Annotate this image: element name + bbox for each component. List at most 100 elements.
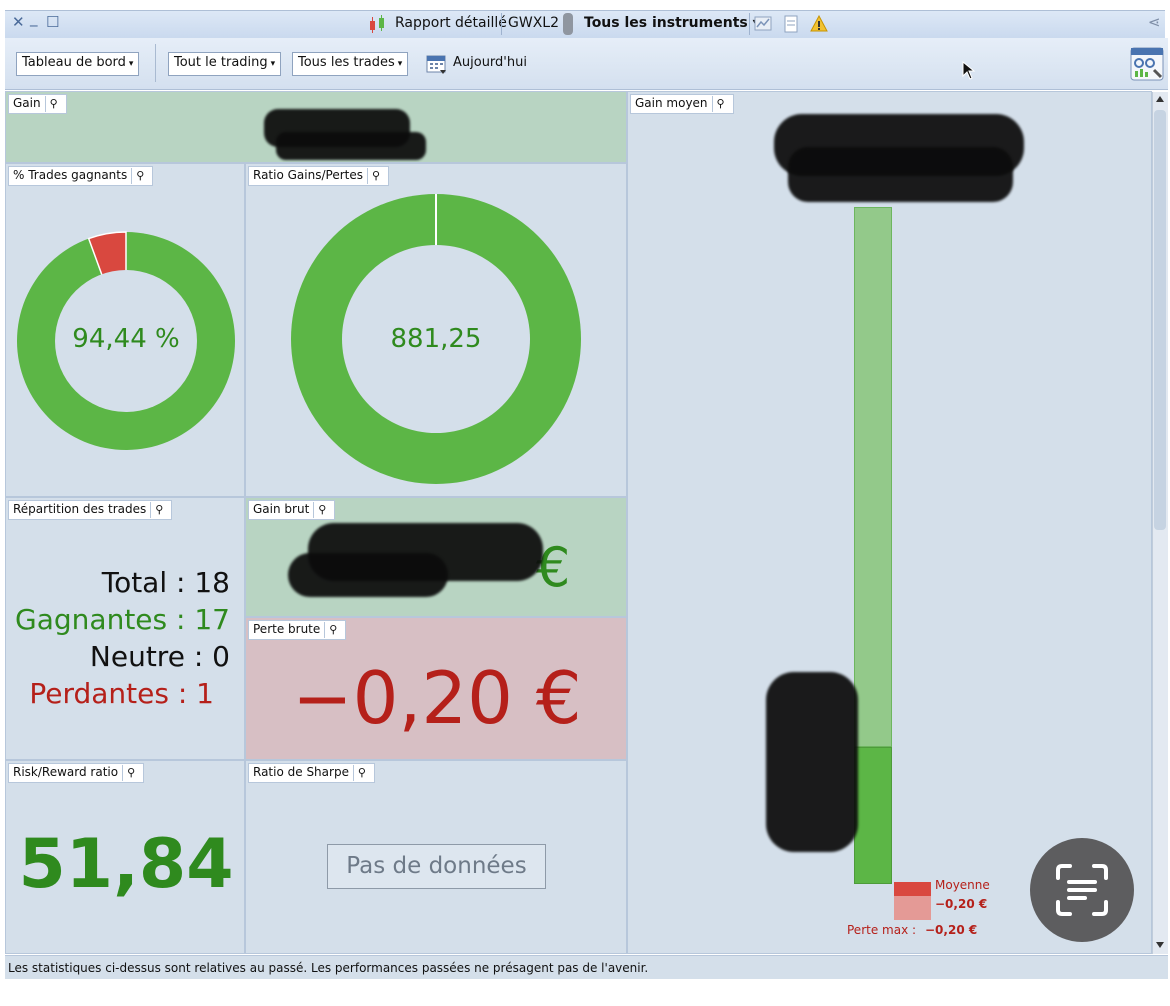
dashboard-dropdown[interactable]: Tableau de bord ▾ [16,52,140,76]
minimize-icon[interactable]: _ [30,9,38,27]
share-icon[interactable]: ⋖ [1148,13,1161,31]
trade-distribution-panel-title-text: Répartition des trades [13,502,147,516]
toolbar: Tableau de bord ▾ Tout le trading ▾ Tous l… [5,38,1168,90]
scroll-down-icon[interactable] [1155,941,1165,949]
gross-gain-panel: Gain brut ⚲ € [245,497,627,617]
win-rate-panel-title-text: % Trades gagnants [13,168,128,182]
gain-panel-title[interactable]: Gain ⚲ [8,94,67,114]
pin-icon[interactable]: ⚲ [313,502,330,518]
dashboard-settings-icon[interactable] [1130,47,1164,81]
risk-reward-panel-title[interactable]: Risk/Reward ratio ⚲ [8,763,145,783]
gain-panel: Gain ⚲ [5,91,627,163]
win-rate-panel: % Trades gagnants ⚲ 94,44 % [5,163,245,497]
gain-loss-ratio-panel-title[interactable]: Ratio Gains/Pertes ⚲ [248,166,389,186]
document-icon[interactable] [783,15,799,33]
neutral-trades-line: Neutre : 0 [90,640,230,673]
trading-dropdown-label: Tout le trading [174,55,268,70]
max-loss-value: −0,20 € [925,923,978,937]
gross-loss-panel-title-text: Perte brute [253,622,321,636]
dashboard-dropdown-label: Tableau de bord [22,55,126,70]
average-gain-bar [854,747,892,884]
gross-loss-value: −0,20 € [292,656,582,740]
disclaimer-bar: Les statistiques ci-dessus sont relative… [5,955,1168,979]
chevron-down-icon: ▾ [128,59,134,69]
maximize-icon[interactable]: ☐ [46,13,59,31]
pin-icon[interactable]: ⚲ [324,622,341,638]
winning-trades-value: 17 [194,603,230,636]
trades-dropdown[interactable]: Tous les trades ▾ [292,52,409,76]
redacted-gain-value [276,132,426,160]
trade-distribution-panel: Répartition des trades ⚲ Total : 18 Gagna… [5,497,245,760]
average-legend-label: Moyenne [935,878,990,892]
gross-loss-panel: Perte brute ⚲ −0,20 € [245,617,627,760]
neutral-trades-value: 0 [212,640,230,673]
gain-loss-ratio-panel: Ratio Gains/Pertes ⚲ 881,25 [245,163,627,497]
redacted-average-label [766,672,858,852]
date-filter-label[interactable]: Aujourd'hui [453,55,527,70]
max-gain-bar [854,207,892,747]
sharpe-ratio-panel-title[interactable]: Ratio de Sharpe ⚲ [248,763,375,783]
redacted-average-value [788,147,1013,202]
losing-trades-label: Perdantes : [29,677,188,710]
divider [749,13,750,35]
gross-gain-panel-title-text: Gain brut [253,502,310,516]
gross-loss-panel-title[interactable]: Perte brute ⚲ [248,620,347,640]
average-loss-bar [894,882,931,896]
trade-distribution-panel-title[interactable]: Répartition des trades ⚲ [8,500,173,520]
text-scan-icon [1056,864,1108,916]
grip-icon [563,13,573,35]
scrollbar-thumb[interactable] [1154,110,1166,530]
max-loss-label: Perte max : [847,923,917,937]
average-gain-panel-title[interactable]: Gain moyen ⚲ [630,94,734,114]
gross-gain-panel-title[interactable]: Gain brut ⚲ [248,500,336,520]
divider [501,13,502,35]
risk-reward-value: 51,84 [18,825,234,904]
sharpe-ratio-panel-title-text: Ratio de Sharpe [253,765,349,779]
gain-loss-ratio-value: 881,25 [390,324,482,354]
total-trades-line: Total : 18 [102,566,230,599]
no-data-label: Pas de données [327,844,546,889]
chevron-down-icon: ▾ [270,59,276,69]
pin-icon[interactable]: ⚲ [131,168,148,184]
calendar-icon[interactable] [426,53,448,75]
divider [155,44,156,82]
redacted-gross-gain [288,553,448,597]
warning-icon[interactable] [810,15,828,33]
chevron-down-icon: ▾ [397,59,403,69]
text-scan-button[interactable] [1030,838,1134,942]
average-legend-value: −0,20 € [935,897,988,911]
average-gain-panel-title-text: Gain moyen [635,96,708,110]
win-rate-value: 94,44 % [72,324,180,354]
pin-icon[interactable]: ⚲ [352,765,370,781]
chart-export-icon[interactable] [754,15,772,33]
pin-icon[interactable]: ⚲ [122,765,139,781]
scroll-up-icon[interactable] [1155,95,1165,103]
pin-icon[interactable]: ⚲ [711,96,729,112]
losing-trades-line: Perdantes : 1 [29,677,214,710]
mouse-cursor-icon [962,61,976,80]
winning-trades-label: Gagnantes : [15,603,186,636]
total-trades-value: 18 [194,566,230,599]
instruments-dropdown[interactable]: Tous les instruments ▾ [584,15,760,31]
trades-dropdown-label: Tous les trades [298,55,395,70]
title-bar: ✕ _ ☐ Rapport détaillé GWXL2 Tous les in… [0,0,1170,40]
average-gain-panel: Gain moyen ⚲ Moyenne −0,20 € Perte max : … [627,91,1152,954]
report-title[interactable]: Rapport détaillé [395,15,507,31]
win-rate-panel-title[interactable]: % Trades gagnants ⚲ [8,166,154,186]
pin-icon[interactable]: ⚲ [150,502,167,518]
candlestick-icon [370,15,384,33]
losing-trades-value: 1 [196,677,214,710]
pin-icon[interactable]: ⚲ [44,96,62,112]
close-icon[interactable]: ✕ [12,13,25,31]
max-loss-bar [894,896,931,920]
trading-dropdown[interactable]: Tout le trading ▾ [168,52,282,76]
pin-icon[interactable]: ⚲ [366,168,384,184]
winning-trades-line: Gagnantes : 17 [15,603,230,636]
sharpe-ratio-panel: Ratio de Sharpe ⚲ Pas de données [245,760,627,954]
total-trades-label: Total : [101,566,186,599]
account-label[interactable]: GWXL2 [508,15,559,31]
disclaimer-text: Les statistiques ci-dessus sont relative… [8,961,649,975]
gain-loss-ratio-panel-title-text: Ratio Gains/Pertes [253,168,363,182]
gain-panel-title-text: Gain [13,96,41,110]
risk-reward-panel-title-text: Risk/Reward ratio [13,765,119,779]
